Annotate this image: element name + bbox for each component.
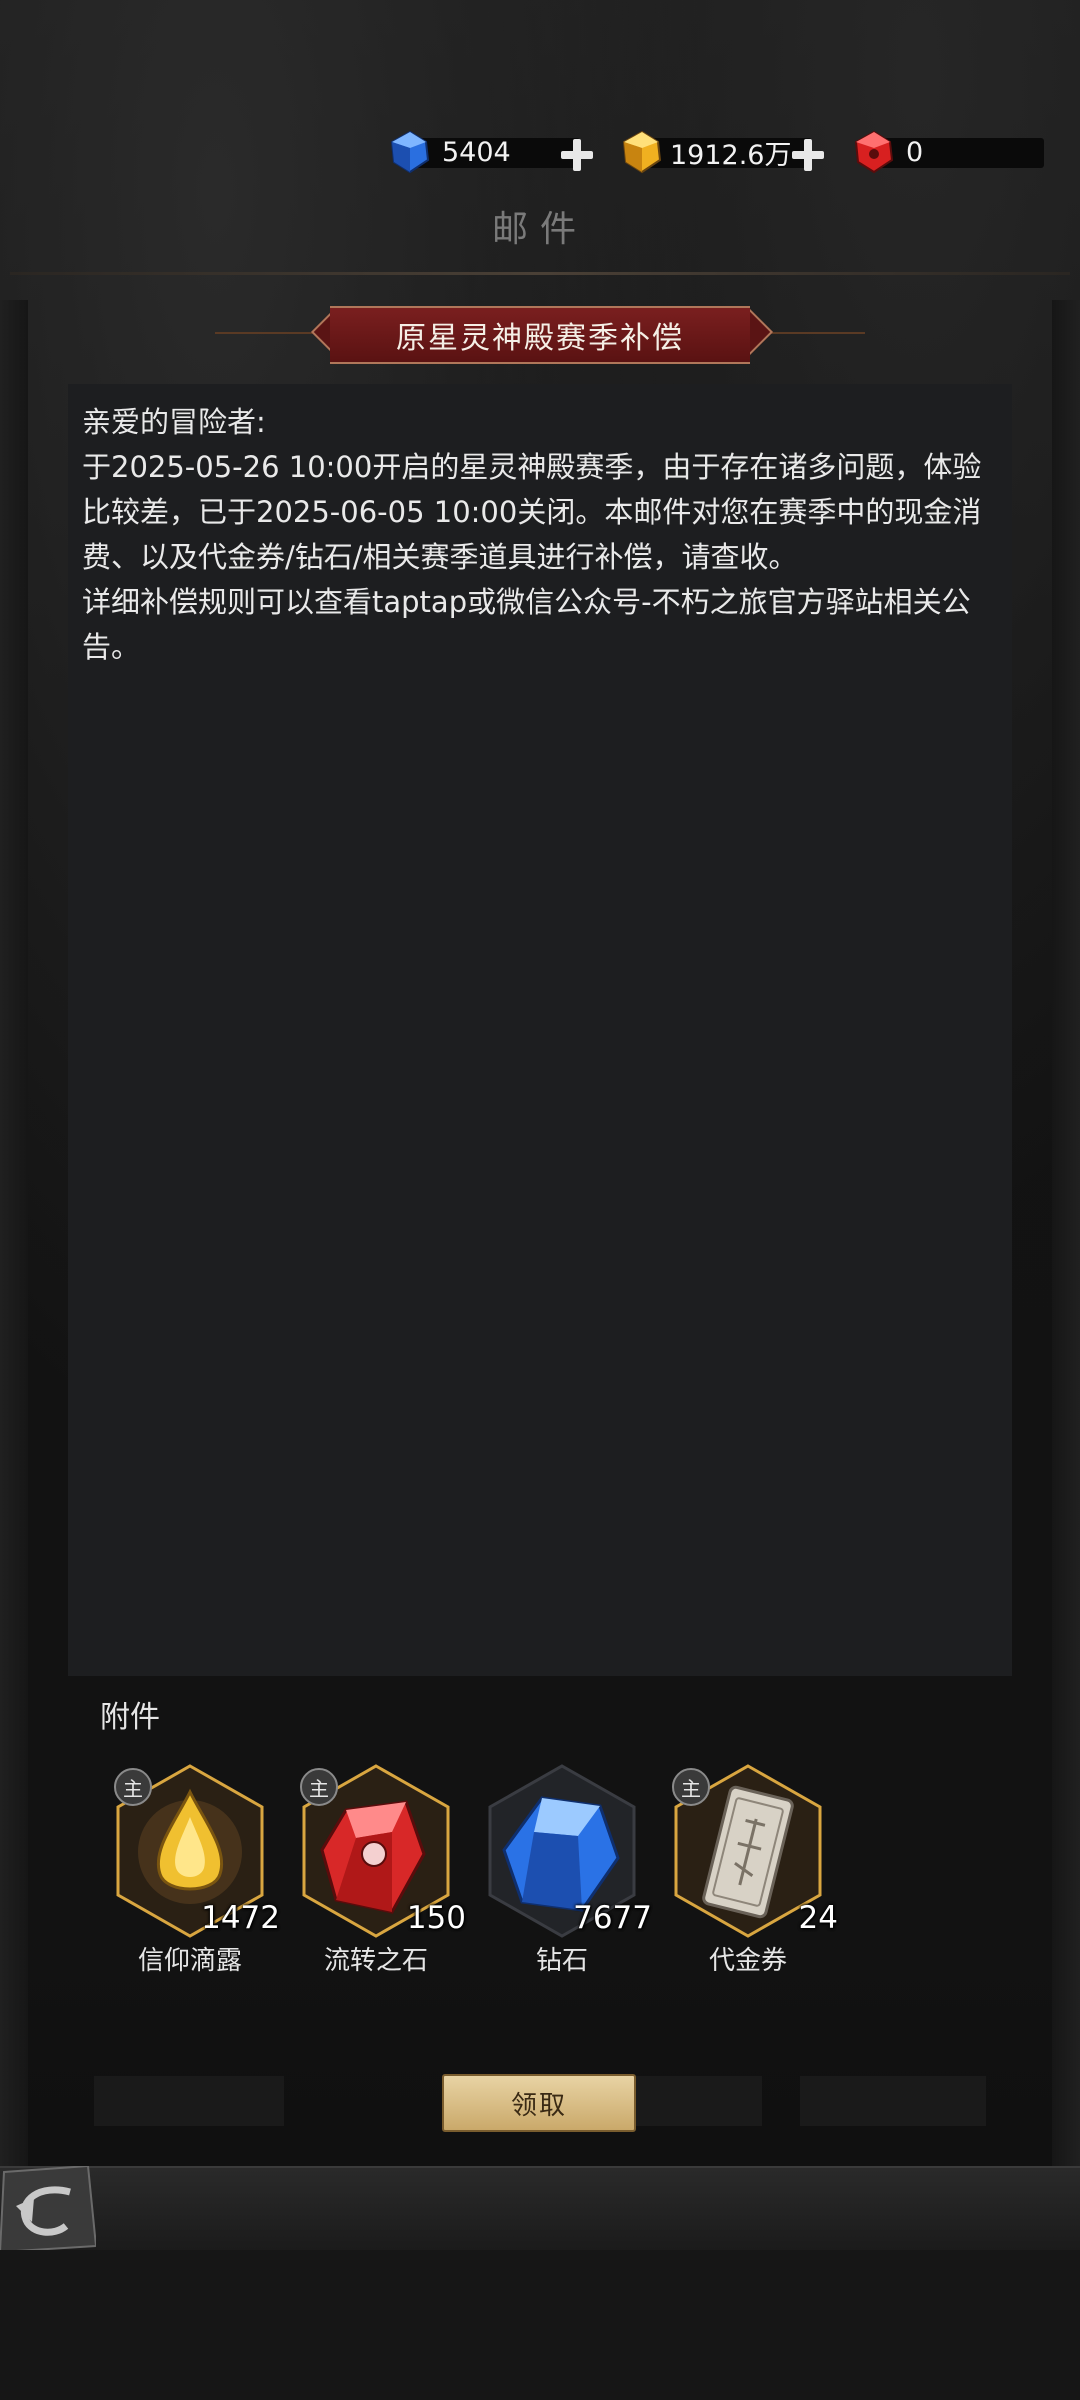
frame-right <box>1052 300 1080 2170</box>
attachments-label: 附件 <box>100 1700 160 1735</box>
mail-title-banner: 原星灵神殿赛季补偿 <box>330 306 750 364</box>
background-button <box>800 2076 986 2126</box>
add-diamonds-button[interactable] <box>559 137 595 173</box>
item-count: 1472 <box>201 1900 280 1936</box>
attachment-item-flowing-stone[interactable]: 主 150 流转之石 <box>296 1762 466 1982</box>
item-count: 7677 <box>573 1900 652 1936</box>
item-name: 流转之石 <box>323 1946 428 1976</box>
main-badge: 主 <box>300 1768 338 1806</box>
red-gem-value: 0 <box>906 136 924 168</box>
item-name: 信仰滴露 <box>137 1946 242 1976</box>
main-badge: 主 <box>114 1768 152 1806</box>
bottom-bar <box>0 2166 1080 2250</box>
currency-gold: 1912.6万 <box>620 130 812 174</box>
attachment-item-voucher[interactable]: 主 24 代金券 <box>668 1762 838 1982</box>
item-name: 钻石 <box>535 1946 588 1976</box>
mail-paragraph: 详细补偿规则可以查看taptap或微信公众号-不朽之旅官方驿站相关公告。 <box>82 585 971 664</box>
frame-left <box>0 300 28 2170</box>
mail-greeting: 亲爱的冒险者: <box>82 405 266 439</box>
blue-diamond-icon <box>390 130 430 174</box>
item-count: 150 <box>406 1900 466 1936</box>
attachment-item-faith-dew[interactable]: 主 1472 信仰滴露 <box>110 1762 280 1982</box>
red-gem-icon <box>854 130 894 174</box>
currency-red-gem: 0 <box>852 130 1044 174</box>
claim-button[interactable]: 领取 <box>442 2074 636 2132</box>
gold-value: 1912.6万 <box>670 139 792 171</box>
item-count: 24 <box>798 1900 838 1936</box>
header-divider <box>10 272 1070 275</box>
item-name: 代金券 <box>708 1946 787 1976</box>
main-badge: 主 <box>672 1768 710 1806</box>
page-title: 邮件 <box>491 209 588 250</box>
mail-body: 亲爱的冒险者: 于2025-05-26 10:00开启的星灵神殿赛季，由于存在诸… <box>82 400 1002 670</box>
add-gold-button[interactable] <box>790 137 826 173</box>
diamonds-value: 5404 <box>442 136 511 168</box>
mail-paragraph: 于2025-05-26 10:00开启的星灵神殿赛季，由于存在诸多问题，体验比较… <box>82 450 982 574</box>
background-button <box>632 2076 762 2126</box>
mail-title: 原星灵神殿赛季补偿 <box>396 321 684 356</box>
background-button <box>94 2076 284 2126</box>
gold-coin-icon <box>622 130 662 174</box>
back-arrow-icon[interactable] <box>0 2166 96 2252</box>
currency-diamonds: 5404 <box>388 130 580 174</box>
attachment-item-diamond[interactable]: 7677 钻石 <box>482 1762 652 1982</box>
footer <box>0 2250 1080 2400</box>
